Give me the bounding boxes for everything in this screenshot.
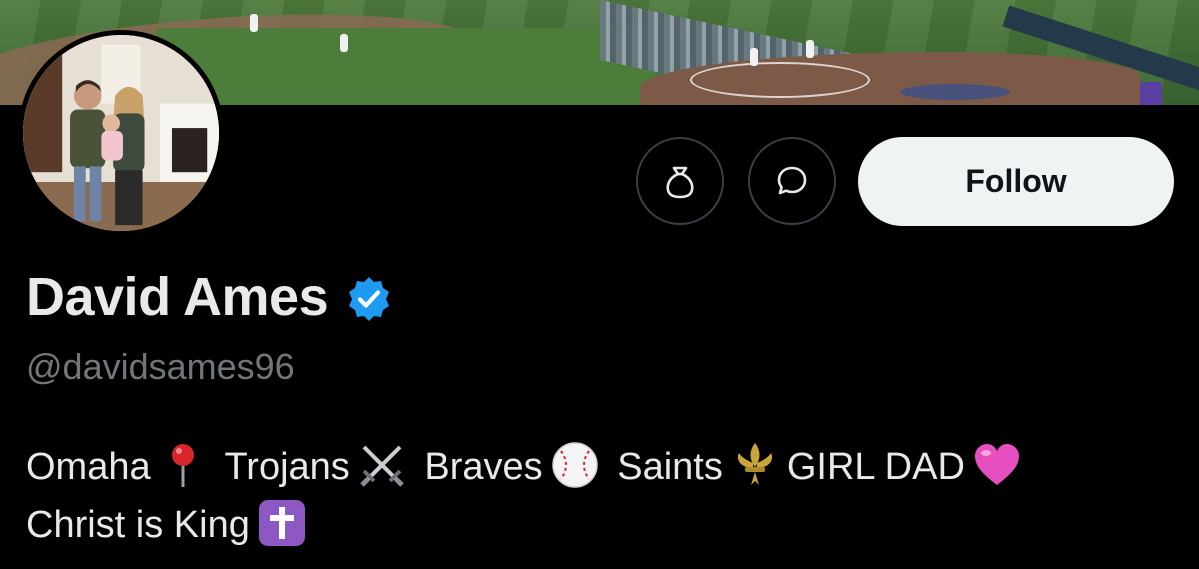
banner-player [340,34,348,52]
banner-field-logo [900,84,1010,100]
bio-text: Braves [424,446,543,488]
tip-button[interactable] [636,137,724,225]
banner-player [250,14,258,32]
profile-header: Follow David Ames @davidsames96 Omaha Tr… [0,0,1199,569]
message-button[interactable] [748,137,836,225]
crossed-swords-icon [356,439,408,491]
banner-player [750,48,758,66]
fleur-de-lis-icon [729,439,781,491]
banner-player [806,40,814,58]
bio-line-1: Omaha Trojans Braves Saints GIRL DAD [26,438,1176,496]
latin-cross-icon [256,497,308,549]
message-bubble-icon [777,166,807,195]
bio-text: Christ is King [26,504,250,546]
money-bag-icon [666,166,694,199]
bio-text: Trojans [224,446,350,488]
banner-spectator [1140,82,1162,105]
bio-text: Omaha [26,446,151,488]
avatar-photo [23,35,219,231]
round-pushpin-icon [157,439,209,491]
banner-batters-circle [690,62,870,98]
follow-button[interactable]: Follow [858,137,1174,226]
pink-heart-icon [971,439,1023,491]
baseball-icon [549,439,601,491]
bio-line-2: Christ is King [26,496,1176,554]
profile-avatar[interactable] [18,30,224,236]
username-handle: @davidsames96 [26,346,295,387]
bio-text: GIRL DAD [786,446,965,488]
profile-bio: Omaha Trojans Braves Saints GIRL DAD Chri… [26,438,1176,554]
verified-badge-icon[interactable] [344,274,394,324]
display-name-row: David Ames [26,262,394,332]
bio-text: Saints [617,446,723,488]
display-name: David Ames [26,267,329,327]
